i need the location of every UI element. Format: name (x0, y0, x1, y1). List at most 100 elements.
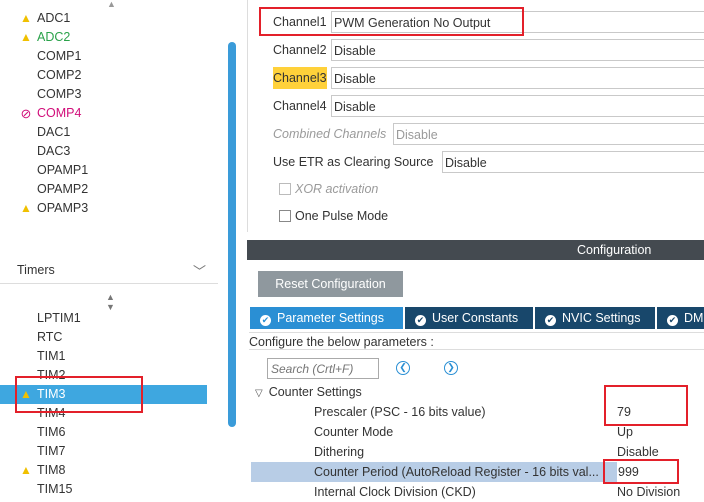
param-name: Counter Period (AutoReload Register - 16… (314, 465, 599, 479)
timer-item-tim1[interactable]: TIM1 (0, 347, 222, 366)
peripheral-label: ADC1 (37, 11, 71, 25)
left-scrollbar-thumb[interactable] (228, 42, 236, 427)
tab-label: NVIC Settings (562, 311, 641, 325)
peripheral-label: OPAMP2 (37, 182, 89, 196)
peripheral-item-adc2[interactable]: ▲ ADC2 (0, 28, 222, 47)
tab-label: Parameter Settings (277, 311, 384, 325)
peripheral-item-adc1[interactable]: ▲ ADC1 (0, 9, 222, 28)
channel3-label: Channel3 (273, 67, 327, 89)
warning-icon: ▲ (20, 11, 32, 25)
peripheral-label: COMP4 (37, 106, 82, 120)
check-circle-icon: ✔ (415, 315, 426, 326)
tab-parameter-settings[interactable]: ✔ Parameter Settings (250, 307, 403, 329)
etr-select[interactable]: Disable (442, 151, 704, 173)
tab-nvic-settings[interactable]: ✔ NVIC Settings (535, 307, 655, 329)
chevron-down-icon: ▽ (255, 388, 263, 399)
etr-label: Use ETR as Clearing Source (273, 155, 434, 169)
peripheral-label: ADC2 (37, 30, 71, 44)
peripheral-item-dac3[interactable]: DAC3 (0, 142, 222, 161)
peripheral-label: COMP1 (37, 49, 82, 63)
timer-item-tim15[interactable]: TIM15 (0, 480, 222, 499)
timer-label: TIM6 (37, 425, 66, 439)
peripheral-item-dac1[interactable]: DAC1 (0, 123, 222, 142)
tab-user-constants[interactable]: ✔ User Constants (405, 307, 533, 329)
timer-label: TIM8 (37, 463, 66, 477)
timer-item-rtc[interactable]: RTC (0, 328, 222, 347)
peripheral-item-comp1[interactable]: COMP1 (0, 47, 222, 66)
mode-panel: Channel1 PWM Generation No Output Channe… (247, 0, 704, 232)
check-circle-icon: ✔ (545, 315, 556, 326)
peripheral-label: DAC3 (37, 144, 71, 158)
timer-item-tim8[interactable]: ▲ TIM8 (0, 461, 222, 480)
annotation-box-channel1 (259, 7, 524, 36)
previous-result-icon[interactable]: ❮ (396, 361, 410, 375)
warning-icon: ▲ (20, 30, 32, 44)
config-tabs: ✔ Parameter Settings ✔ User Constants ✔ NVI… (247, 306, 704, 329)
peripheral-label: COMP2 (37, 68, 82, 82)
peripheral-label: COMP3 (37, 87, 82, 101)
left-tree-panel: ▲ ▲ ADC1 ▲ ADC2 COMP1 COMP2 COMP3 ⊘ COMP… (0, 0, 238, 496)
param-value[interactable]: No Division (617, 482, 680, 502)
channel2-select[interactable]: Disable (331, 39, 704, 61)
combined-channels-select[interactable]: Disable (393, 123, 704, 145)
scroll-up-arrow-icon[interactable]: ▲ (107, 0, 116, 9)
tab-label: DM (684, 311, 704, 325)
param-row-clock-division[interactable]: Internal Clock Division (CKD) No Divisio… (251, 482, 704, 502)
timer-item-lptim1[interactable]: LPTIM1 (0, 309, 222, 328)
check-circle-icon: ✔ (260, 315, 271, 326)
peripheral-item-comp2[interactable]: COMP2 (0, 66, 222, 85)
channel2-label: Channel2 (273, 43, 327, 57)
configure-hint: Configure the below parameters : (249, 332, 704, 350)
peripheral-label: OPAMP1 (37, 163, 89, 177)
tab-dma-settings[interactable]: ✔ DM (657, 307, 704, 329)
peripheral-label: DAC1 (37, 125, 71, 139)
configuration-header: Configuration (247, 240, 704, 260)
param-name: Counter Mode (314, 425, 394, 439)
timer-label: TIM15 (37, 482, 73, 496)
param-name: Prescaler (PSC - 16 bits value) (314, 405, 486, 419)
timers-category-label: Timers (17, 263, 55, 277)
annotation-box-prescaler (604, 385, 688, 426)
peripheral-item-comp3[interactable]: COMP3 (0, 85, 222, 104)
warning-icon: ▲ (20, 463, 32, 477)
channel3-select[interactable]: Disable (331, 67, 704, 89)
annotation-box-tim3 (15, 376, 143, 413)
channel4-select[interactable]: Disable (331, 95, 704, 117)
one-pulse-label: One Pulse Mode (295, 209, 389, 223)
check-circle-icon: ✔ (667, 315, 678, 326)
blocked-icon: ⊘ (20, 106, 32, 121)
chevron-down-icon[interactable]: ﹀ (193, 261, 206, 280)
timer-item-tim6[interactable]: TIM6 (0, 423, 222, 442)
peripheral-item-opamp3[interactable]: ▲ OPAMP3 (0, 199, 222, 218)
timer-label: TIM7 (37, 444, 66, 458)
peripheral-label: OPAMP3 (37, 201, 89, 215)
search-input[interactable] (267, 358, 379, 379)
xor-checkbox[interactable] (279, 183, 291, 195)
warning-icon: ▲ (20, 201, 32, 215)
group-label: Counter Settings (268, 385, 362, 399)
one-pulse-row: One Pulse Mode (248, 205, 548, 227)
one-pulse-checkbox[interactable] (279, 210, 291, 222)
configuration-title: Configuration (577, 243, 652, 257)
param-name: Internal Clock Division (CKD) (314, 485, 476, 499)
configuration-panel: Reset Configuration ✔ Parameter Settings … (247, 260, 704, 499)
combined-channels-label: Combined Channels (273, 127, 387, 141)
reset-configuration-button[interactable]: Reset Configuration (258, 271, 403, 297)
counter-settings-group[interactable]: ▽ Counter Settings (255, 382, 362, 402)
timers-category-header[interactable]: Timers ﹀ (0, 258, 218, 284)
peripheral-item-comp4[interactable]: ⊘ COMP4 (0, 104, 222, 123)
timer-label: LPTIM1 (37, 311, 81, 325)
right-panel: Channel1 PWM Generation No Output Channe… (247, 0, 704, 499)
annotation-box-counter-period (603, 459, 679, 484)
next-result-icon[interactable]: ❯ (444, 361, 458, 375)
peripheral-item-opamp1[interactable]: OPAMP1 (0, 161, 222, 180)
timer-label: RTC (37, 330, 63, 344)
param-name: Dithering (314, 445, 365, 459)
tab-label: User Constants (432, 311, 519, 325)
xor-label: XOR activation (295, 182, 379, 196)
xor-row: XOR activation (248, 178, 548, 200)
timer-item-tim7[interactable]: TIM7 (0, 442, 222, 461)
timer-label: TIM1 (37, 349, 66, 363)
channel4-label: Channel4 (273, 99, 327, 113)
peripheral-item-opamp2[interactable]: OPAMP2 (0, 180, 222, 199)
